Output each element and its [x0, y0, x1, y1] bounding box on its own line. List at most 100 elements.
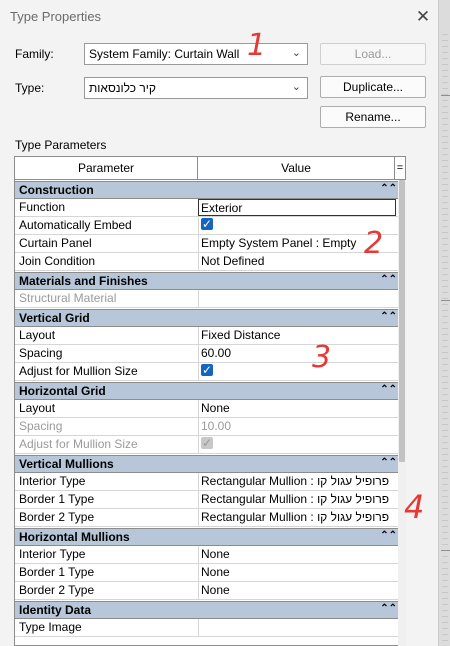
- annotation-4: 4: [404, 488, 425, 526]
- parameter-name: Structural Material: [19, 291, 117, 305]
- parameter-name: Layout: [19, 401, 56, 415]
- parameter-value-cell[interactable]: ✓: [198, 363, 395, 380]
- parameter-row: Layout None: [15, 400, 405, 418]
- parameter-name: Border 2 Type: [19, 583, 95, 597]
- value-column-header[interactable]: Value: [198, 157, 395, 179]
- parameter-row: Automatically Embed ✓: [15, 217, 405, 235]
- parameter-row: Type Image: [15, 619, 405, 637]
- parameter-name: Curtain Panel: [19, 236, 92, 250]
- parameter-value-cell[interactable]: [198, 619, 395, 636]
- parameter-value-cell[interactable]: None: [198, 564, 395, 581]
- checkbox-checked-icon[interactable]: ✓: [201, 218, 213, 230]
- parameter-value-cell[interactable]: Exterior: [198, 199, 396, 216]
- parameter-value: Rectangular Mullion : פרופיל עגול קו: [201, 492, 390, 506]
- parameter-value: Rectangular Mullion : פרופיל עגול קו: [201, 510, 390, 524]
- parameter-value-cell[interactable]: None: [198, 546, 395, 563]
- annotation-1: 1: [247, 28, 267, 63]
- collapse-icon[interactable]: ⌃⌃: [380, 457, 397, 468]
- type-parameters-label: Type Parameters: [15, 138, 107, 152]
- parameter-value-cell[interactable]: Fixed Distance: [198, 327, 395, 344]
- parameter-name: Type Image: [19, 620, 82, 634]
- collapse-icon[interactable]: ⌃⌃: [380, 530, 397, 541]
- edge-texture: [442, 34, 448, 646]
- parameter-row: Spacing 60.00: [15, 345, 405, 363]
- annotation-3: 3: [312, 340, 332, 375]
- parameter-value-cell[interactable]: Rectangular Mullion : פרופיל עגול קו: [198, 509, 395, 526]
- parameter-name: Function: [19, 200, 66, 214]
- parameter-name: Spacing: [19, 346, 63, 360]
- collapse-icon[interactable]: ⌃⌃: [380, 384, 397, 395]
- toggle-column-button[interactable]: =: [395, 157, 405, 179]
- parameter-value-cell[interactable]: None: [198, 582, 395, 599]
- parameter-value: None: [201, 565, 230, 579]
- parameter-value: None: [201, 547, 230, 561]
- family-label: Family:: [15, 47, 54, 61]
- type-parameters-grid: Parameter Value = Construction ⌃⌃ Function…: [14, 156, 406, 646]
- category-horizontal-grid[interactable]: Horizontal Grid ⌃⌃: [15, 382, 405, 400]
- parameter-row: Border 1 Type None: [15, 564, 405, 582]
- collapse-icon[interactable]: ⌃⌃: [380, 311, 397, 322]
- edge-line: [441, 550, 450, 551]
- annotation-2: 2: [364, 226, 384, 261]
- parameter-value: 60.00: [201, 346, 232, 360]
- family-value: System Family: Curtain Wall: [89, 47, 240, 61]
- parameter-row: Spacing 10.00: [15, 418, 405, 436]
- collapse-icon[interactable]: ⌃⌃: [380, 603, 397, 614]
- type-dropdown[interactable]: קיר כלונסאות ⌄: [84, 77, 308, 99]
- family-dropdown[interactable]: System Family: Curtain Wall ⌄: [84, 43, 308, 65]
- parameter-value-cell[interactable]: 60.00: [198, 345, 395, 362]
- duplicate-button[interactable]: Duplicate...: [320, 76, 426, 98]
- category-title: Vertical Mullions: [19, 457, 114, 471]
- category-title: Materials and Finishes: [19, 274, 148, 288]
- parameter-row: Layout Fixed Distance: [15, 327, 405, 345]
- parameter-row: Border 2 Type None: [15, 582, 405, 600]
- title-bar: Type Properties ✕: [0, 0, 438, 34]
- parameter-value-cell[interactable]: None: [198, 400, 395, 417]
- parameter-name: Join Condition: [19, 254, 96, 268]
- parameter-row: Interior Type Rectangular Mullion : פרופי…: [15, 473, 405, 491]
- collapse-icon[interactable]: ⌃⌃: [380, 274, 397, 285]
- parameter-value-cell[interactable]: Rectangular Mullion : פרופיל עגול קו: [198, 491, 395, 508]
- collapse-icon[interactable]: ⌃⌃: [380, 183, 397, 194]
- load-button[interactable]: Load...: [320, 43, 426, 65]
- parameter-row: Interior Type None: [15, 546, 405, 564]
- parameter-row: Adjust for Mullion Size ✓: [15, 436, 405, 454]
- parameter-value: Empty System Panel : Empty: [201, 236, 357, 250]
- parameter-value: None: [201, 401, 230, 415]
- parameter-name: Adjust for Mullion Size: [19, 364, 138, 378]
- parameter-row: Adjust for Mullion Size ✓: [15, 363, 405, 381]
- parameter-value-cell: ✓: [198, 436, 395, 453]
- parameter-name: Interior Type: [19, 474, 86, 488]
- parameter-value: Not Defined: [201, 254, 265, 268]
- grid-header: Parameter Value =: [15, 157, 405, 180]
- parameter-name: Border 2 Type: [19, 510, 95, 524]
- category-identity-data[interactable]: Identity Data ⌃⌃: [15, 601, 405, 619]
- category-materials-and-finishes[interactable]: Materials and Finishes ⌃⌃: [15, 272, 405, 290]
- background-window-edge: [438, 0, 450, 646]
- category-title: Horizontal Mullions: [19, 530, 130, 544]
- category-horizontal-mullions[interactable]: Horizontal Mullions ⌃⌃: [15, 528, 405, 546]
- scrollbar-thumb[interactable]: [399, 180, 405, 462]
- parameter-name: Border 1 Type: [19, 565, 95, 579]
- parameter-row: Curtain Panel Empty System Panel : Empty: [15, 235, 405, 253]
- edge-line: [441, 95, 450, 96]
- parameter-row: Border 1 Type Rectangular Mullion : פרופי…: [15, 491, 405, 509]
- parameter-value-cell[interactable]: Rectangular Mullion : פרופיל עגול קו: [198, 473, 395, 490]
- parameter-column-header[interactable]: Parameter: [15, 157, 198, 179]
- parameter-name: Automatically Embed: [19, 218, 132, 232]
- category-vertical-mullions[interactable]: Vertical Mullions ⌃⌃: [15, 455, 405, 473]
- parameter-value-cell: [198, 290, 395, 307]
- close-icon[interactable]: ✕: [412, 7, 434, 27]
- parameter-value: Exterior: [201, 201, 243, 215]
- checkbox-checked-icon[interactable]: ✓: [201, 364, 213, 376]
- chevron-down-icon: ⌄: [291, 81, 301, 93]
- dialog-title: Type Properties: [10, 9, 102, 24]
- category-title: Construction: [19, 183, 94, 197]
- category-vertical-grid[interactable]: Vertical Grid ⌃⌃: [15, 309, 405, 327]
- category-title: Vertical Grid: [19, 311, 90, 325]
- grid-scrollbar[interactable]: [398, 180, 406, 646]
- category-construction[interactable]: Construction ⌃⌃: [15, 181, 405, 199]
- parameter-name: Border 1 Type: [19, 492, 95, 506]
- parameter-name: Adjust for Mullion Size: [19, 437, 138, 451]
- rename-button[interactable]: Rename...: [320, 106, 426, 128]
